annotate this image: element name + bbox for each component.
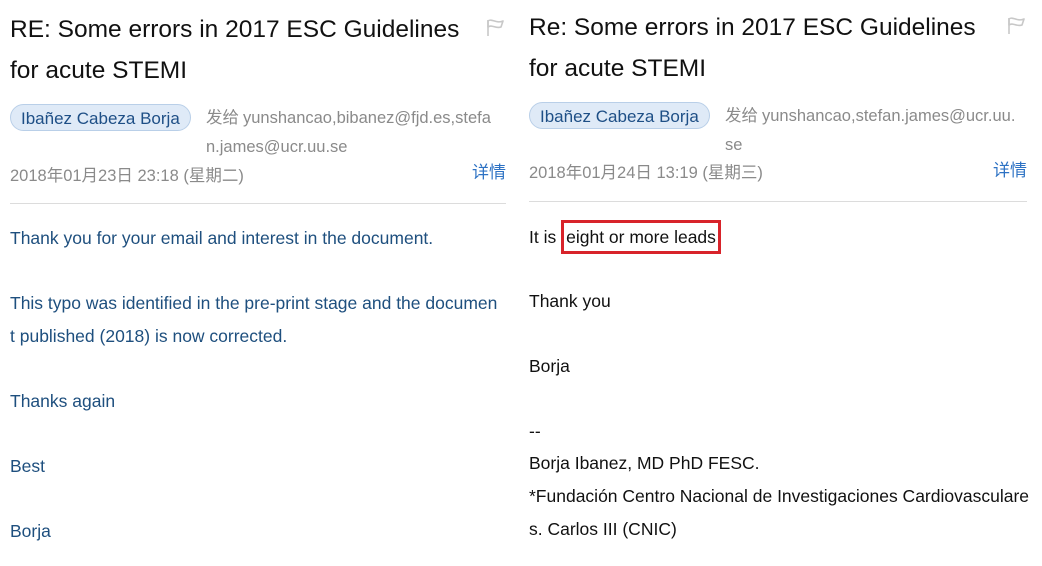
signature-separator: -- [529,421,541,441]
email-subject: Re: Some errors in 2017 ESC Guidelines f… [529,14,976,82]
recipients-line: 发给 yunshancao,bibanez@fjd.es,stefan.james… [206,104,502,162]
email-body-paragraph: Thanks again [10,391,116,411]
recipients-line: 发给 yunshancao,stefan.james@ucr.uu.se [725,102,1021,160]
recipients-prefix: 发给 [206,109,239,127]
email-body-paragraph: Borja [529,356,570,376]
email-date: 2018年01月23日 23:18 (星期二) [10,167,244,185]
recipients-list: yunshancao,bibanez@fjd.es,stefan.james@u… [206,109,491,156]
header-divider [529,201,1027,202]
email-body-signature: Borja [10,521,51,541]
email-body-paragraph: Thank you for your email and interest in… [10,228,434,248]
highlighted-text: eight or more leads [561,220,721,254]
sender-chip[interactable]: Ibañez Cabeza Borja [10,104,191,131]
body-line-prefix: It is [529,227,557,247]
recipients-prefix: 发给 [725,107,758,125]
signature-affiliation: *Fundación Centro Nacional de Investigac… [529,486,1030,539]
details-link[interactable]: 详情 [993,160,1027,182]
flag-icon[interactable] [1005,16,1027,36]
email-body-line: It is eight or more leads [529,220,1029,254]
email-body-paragraph: This typo was identified in the pre-prin… [10,293,498,346]
email-body-paragraph: Best [10,456,46,476]
email-body-paragraph: Thank you [529,291,611,311]
header-divider [10,203,506,204]
email-subject: RE: Some errors in 2017 ESC Guidelines f… [10,16,460,84]
recipients-list: yunshancao,stefan.james@ucr.uu.se [725,107,1016,154]
email-pane-left: RE: Some errors in 2017 ESC Guidelines f… [0,0,519,566]
details-link[interactable]: 详情 [472,162,506,184]
signature-name: Borja Ibanez, MD PhD FESC. [529,453,760,473]
email-pane-right: Re: Some errors in 2017 ESC Guidelines f… [519,0,1042,566]
flag-icon[interactable] [484,18,506,38]
email-date: 2018年01月24日 13:19 (星期三) [529,164,763,182]
sender-chip[interactable]: Ibañez Cabeza Borja [529,102,710,129]
